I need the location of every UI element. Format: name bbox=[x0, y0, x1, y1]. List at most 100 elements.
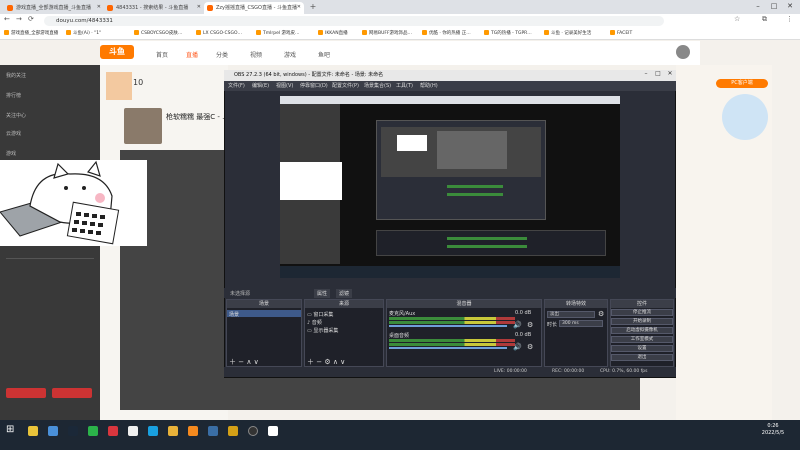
bookmark-item[interactable]: Tmlrpel 游戏皮… bbox=[256, 30, 300, 36]
bookmark-item[interactable]: 游戏直播_全部游戏直播 bbox=[4, 30, 58, 36]
duration-input[interactable]: 300 ms bbox=[559, 320, 603, 327]
new-tab-button[interactable]: + bbox=[308, 2, 318, 12]
exit-button[interactable]: 退出 bbox=[611, 354, 673, 361]
obs-preview[interactable] bbox=[280, 96, 620, 278]
sidebar-button[interactable] bbox=[52, 388, 92, 398]
nav-live[interactable]: 直播 bbox=[186, 50, 198, 59]
obs-close-icon[interactable]: ✕ bbox=[664, 70, 676, 81]
transition-gear-icon[interactable]: ⚙ bbox=[598, 310, 604, 318]
filters-button[interactable]: 滤镜 bbox=[336, 289, 353, 298]
sidebar-item-rank[interactable]: 排行榜 bbox=[6, 92, 21, 99]
gear-icon[interactable]: ⚙ bbox=[527, 343, 533, 351]
app-icon[interactable] bbox=[168, 426, 178, 436]
app-icon[interactable] bbox=[208, 426, 218, 436]
gear-icon[interactable]: ⚙ bbox=[527, 321, 533, 329]
mixer-track-db: 0.0 dB bbox=[515, 310, 532, 316]
menu-dots-icon[interactable]: ⋮ bbox=[786, 15, 793, 23]
sidebar-item-center[interactable]: 关注中心 bbox=[6, 112, 26, 119]
speaker-icon[interactable]: 🔊 bbox=[513, 343, 522, 351]
obs-minimize-icon[interactable]: – bbox=[640, 70, 652, 81]
volume-slider[interactable] bbox=[389, 347, 507, 349]
ranking-card[interactable] bbox=[106, 72, 132, 100]
menu-profile[interactable]: 配置文件(P) bbox=[332, 81, 359, 91]
app-icon[interactable] bbox=[268, 426, 278, 436]
browser-tab-active[interactable]: Zzy摇摇直播_CSGO直播 - 斗鱼直播 ✕ bbox=[204, 2, 304, 14]
stop-streaming-button[interactable]: 停止推流 bbox=[611, 309, 673, 316]
bookmark-item[interactable]: FACEIT bbox=[610, 30, 632, 36]
promo-badge[interactable] bbox=[722, 94, 768, 140]
sidebar-button[interactable] bbox=[6, 388, 46, 398]
close-tab-icon[interactable]: ✕ bbox=[97, 4, 101, 10]
bookmark-item[interactable]: TG的热播 - TGPR… bbox=[484, 30, 532, 36]
settings-button[interactable]: 设置 bbox=[611, 345, 673, 352]
nav-game[interactable]: 游戏 bbox=[284, 50, 296, 59]
menu-file[interactable]: 文件(F) bbox=[228, 81, 245, 91]
maximize-window-icon[interactable]: □ bbox=[768, 2, 780, 12]
bookmark-star-icon[interactable]: ☆ bbox=[734, 15, 740, 23]
steam-icon[interactable] bbox=[68, 426, 78, 436]
sidebar-item-follow[interactable]: 我的关注 bbox=[6, 72, 26, 79]
reload-icon[interactable]: ⟳ bbox=[28, 15, 34, 23]
douyu-logo[interactable]: 斗鱼 bbox=[100, 45, 134, 59]
streamer-avatar[interactable] bbox=[124, 108, 162, 144]
csgo-icon[interactable] bbox=[228, 426, 238, 436]
volume-slider[interactable] bbox=[389, 325, 507, 327]
mixer-track-name: 桌面音频 bbox=[389, 333, 410, 339]
controls-header: 控件 bbox=[611, 300, 673, 308]
bookmark-item[interactable]: IKKAN直播 bbox=[318, 30, 348, 36]
menu-docks[interactable]: 停靠窗口(D) bbox=[300, 81, 328, 91]
bookmark-item[interactable]: 斗鱼 · 记录美好生活 bbox=[544, 30, 591, 36]
close-tab-icon[interactable]: ✕ bbox=[297, 4, 301, 10]
app-icon[interactable] bbox=[148, 426, 158, 436]
start-recording-button[interactable]: 开始录制 bbox=[611, 318, 673, 325]
scene-toolbar-icons[interactable]: ＋ − ∧ ∨ bbox=[229, 357, 259, 367]
source-toolbar-icons[interactable]: ＋ − ⚙ ∧ ∨ bbox=[307, 357, 345, 367]
bookmark-item[interactable]: 优酷 · 你的热播 正… bbox=[422, 30, 471, 36]
menu-help[interactable]: 帮助(H) bbox=[420, 81, 438, 91]
menu-view[interactable]: 视图(V) bbox=[276, 81, 293, 91]
start-virtual-camera-button[interactable]: 启动虚拟摄像机 bbox=[611, 327, 673, 334]
chrome-icon[interactable] bbox=[28, 426, 38, 436]
app-icon[interactable] bbox=[188, 426, 198, 436]
obs-status-bar: LIVE: 00:00:00 REC: 00:00:00 CPU: 0.7%, … bbox=[224, 367, 676, 377]
avatar[interactable] bbox=[676, 45, 690, 59]
nav-fishbar[interactable]: 鱼吧 bbox=[318, 50, 330, 59]
studio-mode-button[interactable]: 工作室模式 bbox=[611, 336, 673, 343]
forward-icon[interactable]: → bbox=[16, 15, 22, 23]
speaker-icon[interactable]: 🔊 bbox=[513, 321, 522, 329]
bookmark-item[interactable]: 斗鱼(Ai) · "1" bbox=[66, 30, 101, 36]
bookmark-item[interactable]: LX CSGO·CSGO… bbox=[196, 30, 242, 36]
back-icon[interactable]: ← bbox=[4, 15, 10, 23]
system-clock[interactable]: 0:26 2022/5/5 bbox=[752, 423, 794, 437]
app-icon[interactable] bbox=[128, 426, 138, 436]
menu-edit[interactable]: 编辑(E) bbox=[252, 81, 269, 91]
source-item[interactable]: ▭ 窗口采集 bbox=[307, 311, 333, 318]
obs-maximize-icon[interactable]: □ bbox=[652, 70, 664, 81]
menu-tools[interactable]: 工具(T) bbox=[396, 81, 413, 91]
wechat-icon[interactable] bbox=[88, 426, 98, 436]
browser-tab[interactable]: 游戏直播_全部游戏直播_斗鱼直播 ✕ bbox=[4, 2, 104, 14]
pc-client-button[interactable]: PC客户端 bbox=[716, 79, 768, 88]
nav-category[interactable]: 分类 bbox=[216, 50, 228, 59]
menu-scene-collection[interactable]: 场景集合(S) bbox=[364, 81, 391, 91]
nav-home[interactable]: 首页 bbox=[156, 50, 168, 59]
source-item[interactable]: ▭ 显示器采集 bbox=[307, 327, 338, 334]
netease-icon[interactable] bbox=[108, 426, 118, 436]
sidebar-item-game[interactable]: 游戏 bbox=[6, 150, 16, 157]
sidebar-item-cloud[interactable]: 云游戏 bbox=[6, 130, 21, 137]
close-tab-icon[interactable]: ✕ bbox=[197, 4, 201, 10]
extensions-icon[interactable]: ⧉ bbox=[762, 15, 767, 24]
windows-start-icon[interactable]: ⊞ bbox=[6, 424, 14, 435]
transition-select[interactable]: 淡出 bbox=[547, 311, 595, 318]
minimize-window-icon[interactable]: – bbox=[752, 2, 764, 12]
browser-tab[interactable]: 4843331 - 搜索结果 - 斗鱼直播 ✕ bbox=[104, 2, 204, 14]
bookmark-item[interactable]: 网易BUFF游戏饰品… bbox=[362, 30, 412, 36]
explorer-icon[interactable] bbox=[48, 426, 58, 436]
close-window-icon[interactable]: ✕ bbox=[784, 2, 796, 12]
address-bar[interactable]: douyu.com/4843331 bbox=[44, 16, 664, 26]
nav-video[interactable]: 视频 bbox=[250, 50, 262, 59]
obs-taskbar-icon[interactable] bbox=[248, 426, 258, 436]
properties-button[interactable]: 属性 bbox=[314, 289, 331, 298]
source-item[interactable]: ♪ 音频 bbox=[307, 319, 322, 326]
bookmark-item[interactable]: CSBOYCSGO皮肤… bbox=[134, 30, 182, 36]
